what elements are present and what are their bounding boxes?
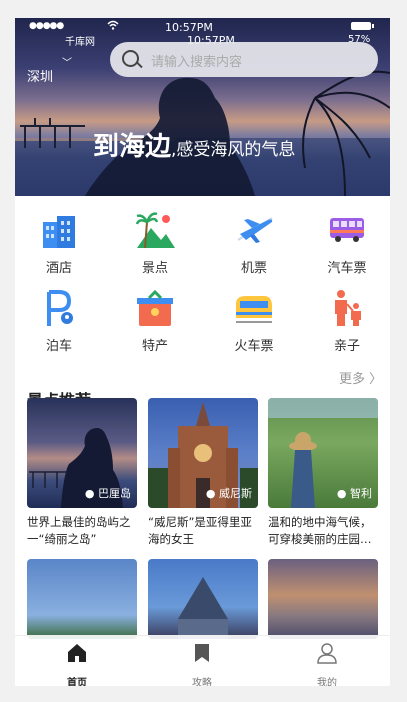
tab-home[interactable]: 首页 bbox=[47, 642, 107, 686]
location-label: 巴厘岛 bbox=[98, 487, 131, 500]
hero-subtitle: ,感受海风的气息 bbox=[171, 140, 296, 160]
bookmark-icon bbox=[195, 644, 209, 662]
category-flight[interactable]: 机票 bbox=[214, 210, 294, 276]
category-specialty[interactable]: 特产 bbox=[115, 288, 195, 354]
location-pin-icon: ● bbox=[336, 487, 347, 500]
card-image: ● 巴厘岛 bbox=[27, 398, 137, 508]
attraction-card[interactable]: ● 威尼斯 “威尼斯”是亚得里亚海的女王 bbox=[148, 398, 258, 548]
card-image: ● 威尼斯 bbox=[148, 398, 258, 508]
bus-icon bbox=[330, 218, 364, 242]
search-input[interactable]: 请输入搜索内容 bbox=[110, 42, 378, 77]
bottom-tab-bar: 首页 攻略 我的 bbox=[15, 635, 390, 686]
category-label: 泊车 bbox=[45, 339, 72, 354]
category-scenic[interactable]: 景点 bbox=[115, 210, 195, 276]
hotel-icon bbox=[43, 216, 75, 248]
family-icon bbox=[335, 290, 361, 326]
signal-icon: ●●●●● bbox=[29, 21, 64, 31]
card-description: “威尼斯”是亚得里亚海的女王 bbox=[148, 515, 252, 546]
chevron-down-icon[interactable]: ﹀ bbox=[62, 54, 72, 69]
tab-profile[interactable]: 我的 bbox=[297, 642, 357, 686]
scenic-icon bbox=[135, 212, 175, 249]
more-link[interactable]: 更多 〉 bbox=[339, 368, 382, 387]
category-label: 酒店 bbox=[45, 261, 72, 276]
card-image: ● 智利 bbox=[268, 398, 378, 508]
location-label: 智利 bbox=[350, 487, 372, 500]
tab-label: 首页 bbox=[67, 678, 87, 686]
location-pin-icon: ● bbox=[84, 487, 95, 500]
user-icon bbox=[317, 643, 337, 664]
search-icon bbox=[122, 50, 139, 67]
category-label: 景点 bbox=[141, 261, 168, 276]
category-label: 机票 bbox=[240, 261, 267, 276]
battery-icon bbox=[351, 22, 374, 30]
category-family[interactable]: 亲子 bbox=[307, 288, 387, 354]
hero-slogan: 到海边,感受海风的气息 bbox=[93, 126, 295, 163]
train-icon bbox=[236, 296, 272, 323]
attraction-card[interactable] bbox=[148, 559, 258, 639]
status-time: 10:57PM bbox=[165, 21, 213, 34]
carrier-label: 千库网 bbox=[65, 37, 95, 48]
attraction-card[interactable] bbox=[268, 559, 378, 639]
tab-guide[interactable]: 攻略 bbox=[172, 642, 232, 686]
category-parking[interactable]: 泊车 bbox=[19, 288, 99, 354]
tab-label: 攻略 bbox=[192, 678, 212, 686]
location-tag: ● 巴厘岛 bbox=[85, 485, 131, 501]
plane-icon bbox=[237, 217, 273, 243]
specialty-icon bbox=[137, 289, 173, 326]
category-label: 特产 bbox=[141, 339, 168, 354]
app-screen: ●●●●● 千库网 10:57PM 10:57PM 57% ﹀ 深圳 请输入搜索… bbox=[15, 18, 390, 686]
attraction-card[interactable] bbox=[27, 559, 137, 639]
parking-icon bbox=[47, 290, 73, 326]
attraction-card[interactable]: ● 智利 温和的地中海气候，可穿梭美丽的庄园… bbox=[268, 398, 378, 548]
card-image bbox=[268, 559, 378, 639]
location-label: 威尼斯 bbox=[219, 487, 252, 500]
category-bus[interactable]: 汽车票 bbox=[307, 210, 387, 276]
card-description: 世界上最佳的岛屿之一“绮丽之岛” bbox=[27, 515, 131, 546]
location-pin-icon: ● bbox=[205, 487, 216, 500]
card-image bbox=[148, 559, 258, 639]
wifi-icon bbox=[107, 20, 119, 33]
tab-label: 我的 bbox=[317, 678, 337, 686]
search-placeholder: 请输入搜索内容 bbox=[151, 55, 243, 70]
city-selector[interactable]: 深圳 bbox=[27, 66, 53, 85]
category-label: 火车票 bbox=[234, 339, 274, 354]
category-label: 汽车票 bbox=[327, 261, 367, 276]
category-train[interactable]: 火车票 bbox=[214, 288, 294, 354]
home-icon bbox=[68, 644, 86, 662]
card-description: 温和的地中海气候，可穿梭美丽的庄园… bbox=[268, 515, 372, 546]
category-label: 亲子 bbox=[333, 339, 360, 354]
category-hotel[interactable]: 酒店 bbox=[19, 210, 99, 276]
card-image bbox=[27, 559, 137, 639]
hero-title: 到海边 bbox=[93, 132, 172, 162]
hero-banner[interactable]: ●●●●● 千库网 10:57PM 10:57PM 57% ﹀ 深圳 请输入搜索… bbox=[15, 18, 390, 196]
location-tag: ● 智利 bbox=[337, 485, 372, 501]
attraction-card[interactable]: ● 巴厘岛 世界上最佳的岛屿之一“绮丽之岛” bbox=[27, 398, 137, 548]
location-tag: ● 威尼斯 bbox=[206, 485, 252, 501]
